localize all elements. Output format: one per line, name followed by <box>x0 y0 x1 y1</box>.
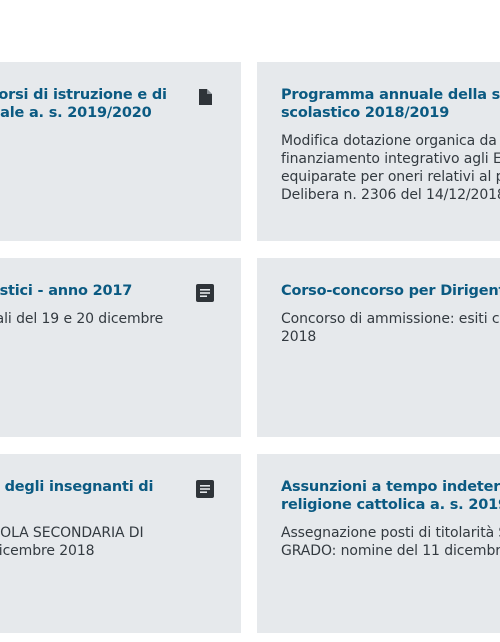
card-title[interactable]: astici - anno 2017 <box>0 282 132 300</box>
news-card[interactable]: astici - anno 2017 rali del 19 e 20 dice… <box>0 258 241 437</box>
card-title[interactable]: Assunzioni a tempo indetermina religione… <box>281 478 500 514</box>
article-icon <box>196 284 214 302</box>
news-card[interactable]: corsi di istruzione e di nale a. s. 2019… <box>0 62 241 241</box>
card-title[interactable]: Corso-concorso per Dirigenti Sc <box>281 282 500 300</box>
news-card[interactable]: Programma annuale della scuol scolastico… <box>257 62 500 241</box>
card-title[interactable]: corsi di istruzione e di nale a. s. 2019… <box>0 86 167 122</box>
news-card[interactable]: o degli insegnanti di 0 UOLA SECONDARIA … <box>0 454 241 633</box>
card-description: Assegnazione posti di titolarità S GRADO… <box>281 525 500 559</box>
article-icon <box>196 480 214 498</box>
document-icon <box>196 88 214 106</box>
card-description: UOLA SECONDARIA DI dicembre 2018 <box>0 525 144 559</box>
card-title[interactable]: o degli insegnanti di 0 <box>0 478 153 514</box>
news-card[interactable]: Corso-concorso per Dirigenti Sc Concorso… <box>257 258 500 437</box>
card-description: Modifica dotazione organica da g finanzi… <box>281 133 500 203</box>
news-card[interactable]: Assunzioni a tempo indetermina religione… <box>257 454 500 633</box>
card-title[interactable]: Programma annuale della scuol scolastico… <box>281 86 500 122</box>
card-description: Concorso di ammissione: esiti co 2018 <box>281 311 500 345</box>
card-description: rali del 19 e 20 dicembre <box>0 311 164 327</box>
